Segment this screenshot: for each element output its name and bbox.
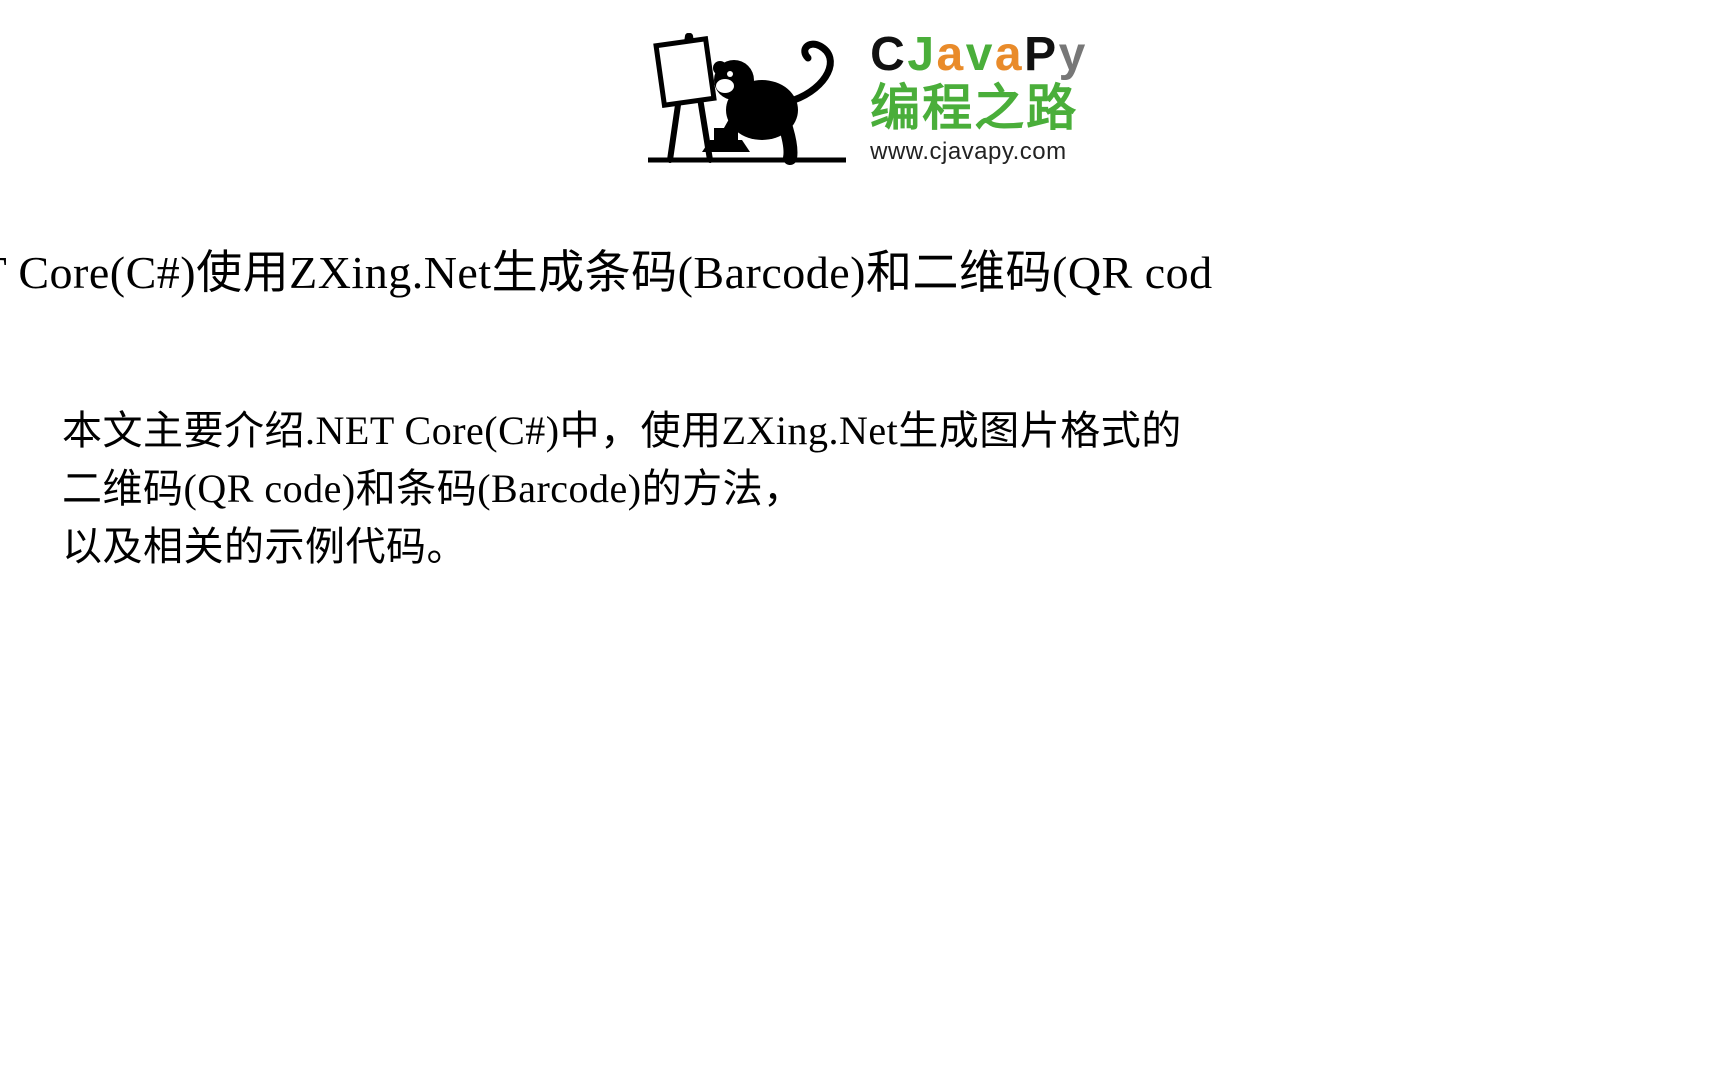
brand-letter: a [995,31,1022,79]
logo-text-block: C J a v a P y 编程之路 www.cjavapy.com [870,31,1086,166]
brand-letter: J [907,31,934,79]
brand-name: C J a v a P y [870,31,1086,79]
brand-url: www.cjavapy.com [870,138,1066,166]
summary-line: 二维码(QR code)和条码(Barcode)的方法， [62,460,1728,518]
brand-tagline: 编程之路 [870,81,1078,136]
article-summary: 本文主要介绍.NET Core(C#)中，使用ZXing.Net生成图片格式的 … [62,402,1728,576]
brand-letter: y [1059,31,1086,79]
brand-letter: a [937,31,964,79]
brand-letter: P [1024,31,1057,79]
monkey-logo-icon [642,28,852,168]
logo-block: C J a v a P y 编程之路 www.cjavapy.com [0,0,1728,168]
document-page: C J a v a P y 编程之路 www.cjavapy.com ET Co… [0,0,1728,1080]
brand-letter: C [870,31,905,79]
brand-letter: v [966,31,993,79]
summary-line: 以及相关的示例代码。 [62,518,1728,576]
title-wrap: ET Core(C#)使用ZXing.Net生成条码(Barcode)和二维码(… [0,168,1728,302]
summary-line: 本文主要介绍.NET Core(C#)中，使用ZXing.Net生成图片格式的 [62,402,1728,460]
article-title: ET Core(C#)使用ZXing.Net生成条码(Barcode)和二维码(… [0,236,1678,302]
